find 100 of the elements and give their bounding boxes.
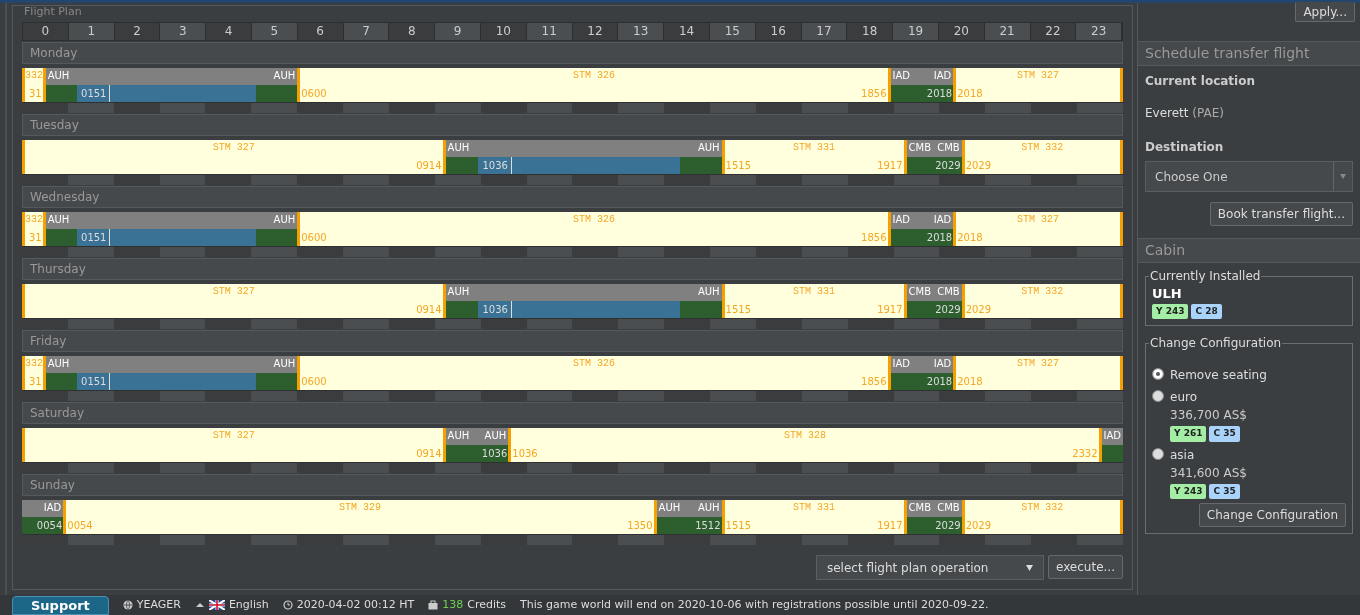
language-link[interactable]: English	[228, 596, 269, 614]
ground-time-bar	[1101, 445, 1123, 462]
airport-code: CMB	[908, 141, 932, 155]
arrival-time: 1917	[877, 159, 903, 173]
flight-block[interactable]: STM 326 0600 1856	[297, 68, 891, 102]
radio-button[interactable]	[1152, 368, 1164, 380]
flight-number: STM 332	[1021, 286, 1064, 297]
airport-code: AUH	[447, 429, 470, 443]
airport-code: AUH	[697, 501, 720, 515]
flight-block[interactable]: 332 31	[22, 212, 46, 246]
flight-block[interactable]: STM 326 0600 1856	[297, 212, 891, 246]
flight-number: STM 331	[793, 502, 836, 513]
flight-number: STM 331	[793, 286, 836, 297]
flight-block[interactable]: STM 327 2018	[953, 212, 1123, 246]
airport-code: AUH	[447, 285, 470, 299]
day-header: Monday	[22, 42, 1123, 64]
flag-icon	[208, 600, 225, 610]
departure-time: 2029	[935, 520, 961, 531]
flight-number: STM 332	[1021, 502, 1064, 513]
flight-number: 332	[25, 70, 43, 81]
airport-code: AUH	[484, 429, 507, 443]
briefcase-icon	[428, 600, 439, 610]
departure-time: 2018	[957, 231, 983, 245]
airport-code: AUH	[658, 501, 681, 515]
arrival-time: 31	[28, 87, 42, 101]
seat-class-badge: C 28	[1191, 303, 1222, 319]
departure-time: 2018	[926, 376, 953, 387]
flight-block[interactable]: STM 332 2029	[961, 500, 1123, 534]
change-config-button[interactable]: Change Configuration	[1198, 503, 1346, 527]
caret-up-icon	[194, 600, 205, 610]
airport-code: CMB	[908, 501, 932, 515]
flight-number: STM 327	[212, 286, 255, 297]
flight-number: STM 332	[1021, 142, 1064, 153]
airport-code: CMB	[937, 141, 960, 155]
hour-label: 7	[343, 23, 390, 40]
arrival-time: 31	[28, 375, 42, 389]
departure-time: 2018	[957, 375, 983, 389]
apply-button[interactable]: Apply...	[1295, 2, 1355, 22]
flight-block[interactable]: STM 326 0600 1856	[297, 356, 891, 390]
seat-class-badge: C 35	[1209, 426, 1240, 442]
credits-count: 138	[442, 596, 464, 613]
seat-class-badge: C 35	[1209, 483, 1240, 499]
departure-time: 2029	[935, 160, 961, 171]
flight-block[interactable]: STM 332 2029	[961, 140, 1123, 174]
flight-block[interactable]: 332 31	[22, 356, 46, 390]
flight-block[interactable]: 332 31	[22, 68, 46, 102]
arrival-time: 2332	[1072, 447, 1098, 461]
departure-time: 1515	[725, 519, 752, 533]
panel-title: Flight Plan	[24, 5, 82, 18]
option-price: 341,600 AS$	[1170, 464, 1247, 482]
arrival-time: 0914	[416, 159, 442, 173]
clock-time: 2020-04-02 00:12 HT	[296, 596, 415, 613]
flight-number: STM 326	[572, 358, 615, 369]
seat-class-badge: Y 243	[1170, 483, 1207, 499]
flight-block[interactable]: STM 328 1036 2332	[508, 428, 1102, 462]
status-message: This game world will end on 2020-10-06 with registrations possible until 2020-09-22.	[520, 596, 989, 613]
hour-label: 15	[709, 23, 756, 40]
departure-time: 1515	[725, 159, 752, 173]
radio-button[interactable]	[1152, 390, 1164, 402]
book-transfer-button[interactable]: Book transfer flight...	[1209, 202, 1353, 226]
flight-block[interactable]: STM 331 1515 1917	[721, 284, 907, 318]
flight-block[interactable]: STM 327 0914	[22, 284, 446, 318]
day-header: Tuesday	[22, 114, 1123, 136]
radio-button[interactable]	[1152, 447, 1164, 460]
flight-block[interactable]: STM 329 0054 1350	[63, 500, 657, 534]
flight-number: 332	[25, 214, 43, 225]
flight-number: STM 327	[1017, 358, 1060, 369]
departure-time: 2018	[926, 232, 953, 243]
departure-time: 1515	[725, 303, 752, 317]
location-code: (PAE)	[1192, 106, 1224, 120]
airport-code: CMB	[937, 501, 960, 515]
flight-block[interactable]: STM 327 2018	[953, 68, 1123, 102]
departure-time: 0600	[301, 231, 327, 245]
user-name[interactable]: YEAGER	[136, 596, 181, 614]
flight-block[interactable]: STM 327 0914	[22, 428, 446, 462]
airport-code: IAD	[892, 213, 911, 227]
location-city: Everett	[1145, 106, 1189, 120]
flight-block[interactable]: STM 331 1515 1917	[721, 140, 907, 174]
flight-block[interactable]: STM 331 1515 1917	[721, 500, 907, 534]
hour-label: 3	[160, 23, 207, 40]
section-header: Schedule transfer flight	[1138, 41, 1360, 66]
flight-block[interactable]: STM 327 2018	[953, 356, 1123, 390]
flight-block[interactable]: STM 327 0914	[22, 140, 446, 174]
departure-time: 0600	[301, 87, 327, 101]
airport-code: IAD	[933, 69, 952, 83]
departure-time: 2029	[935, 304, 961, 315]
flight-block[interactable]: STM 332 2029	[961, 284, 1123, 318]
arrival-time: 0914	[416, 447, 442, 461]
support-button[interactable]: Support	[12, 596, 109, 615]
execute-button[interactable]: execute...	[1047, 555, 1123, 579]
departure-time: 2018	[926, 88, 953, 99]
destination-select[interactable]: Choose One	[1145, 161, 1353, 192]
operation-select[interactable]: select flight plan operation	[815, 555, 1044, 580]
airport-code: AUH	[273, 69, 296, 83]
hour-label: 9	[435, 23, 481, 40]
airport-code: IAD	[933, 213, 952, 227]
day-header: Sunday	[22, 474, 1123, 496]
section-header: Cabin	[1138, 238, 1360, 263]
airport-code: IAD	[892, 69, 911, 83]
hour-label: 23	[1076, 23, 1123, 40]
